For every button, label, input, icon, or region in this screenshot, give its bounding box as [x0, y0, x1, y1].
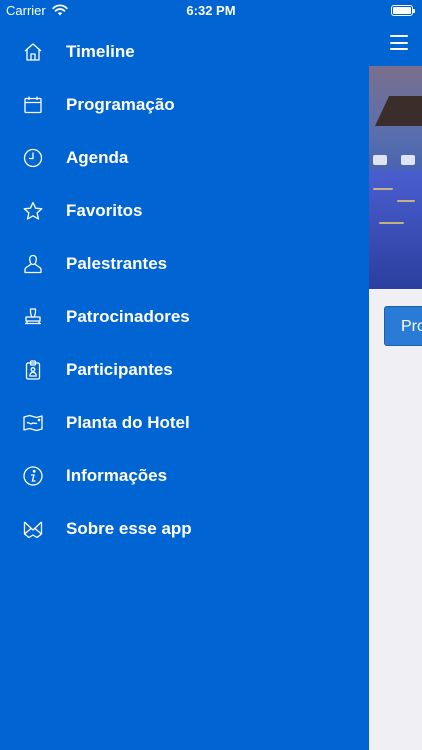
envelope-icon [22, 518, 44, 540]
menu-label-patrocinadores: Patrocinadores [66, 306, 190, 326]
menu-label-informacoes: Informações [66, 465, 168, 485]
menu-item-patrocinadores[interactable]: Patrocinadores [0, 290, 369, 343]
menu-item-informacoes[interactable]: Informações [0, 449, 369, 502]
menu-label-timeline: Timeline [66, 41, 135, 61]
drawer-menu: Timeline Programação Agenda Favoritos Pa… [0, 25, 369, 555]
side-drawer: Timeline Programação Agenda Favoritos Pa… [0, 0, 369, 750]
star-icon [22, 200, 44, 222]
home-icon [22, 41, 44, 63]
info-icon [22, 465, 44, 487]
hamburger-menu-icon[interactable] [390, 35, 408, 50]
menu-label-planta-do-hotel: Planta do Hotel [66, 412, 190, 432]
battery-icon [391, 5, 415, 16]
badge-icon [22, 359, 44, 381]
menu-item-programacao[interactable]: Programação [0, 78, 369, 131]
menu-label-participantes: Participantes [66, 359, 173, 379]
menu-label-favoritos: Favoritos [66, 200, 143, 220]
menu-label-sobre-esse-app: Sobre esse app [66, 518, 192, 538]
menu-item-palestrantes[interactable]: Palestrantes [0, 237, 369, 290]
status-time: 6:32 PM [186, 3, 236, 18]
menu-item-sobre-esse-app[interactable]: Sobre esse app [0, 502, 369, 555]
pool-water-image-detail [369, 170, 422, 289]
map-icon [22, 412, 44, 434]
calendar-icon [22, 94, 44, 116]
programacao-card-button[interactable]: Pro [384, 306, 422, 346]
menu-item-favoritos[interactable]: Favoritos [0, 184, 369, 237]
menu-item-participantes[interactable]: Participantes [0, 343, 369, 396]
person-icon [22, 253, 44, 275]
menu-label-agenda: Agenda [66, 147, 129, 167]
stamp-icon [22, 306, 44, 328]
clock-icon [22, 147, 44, 169]
menu-item-timeline[interactable]: Timeline [0, 25, 369, 78]
pool-chairs-image-detail [371, 145, 419, 165]
menu-item-agenda[interactable]: Agenda [0, 131, 369, 184]
status-bar: Carrier 6:32 PM [0, 0, 422, 22]
menu-label-programacao: Programação [66, 94, 175, 114]
main-content: Pro [369, 0, 422, 750]
menu-item-planta-do-hotel[interactable]: Planta do Hotel [0, 396, 369, 449]
menu-label-palestrantes: Palestrantes [66, 253, 168, 273]
